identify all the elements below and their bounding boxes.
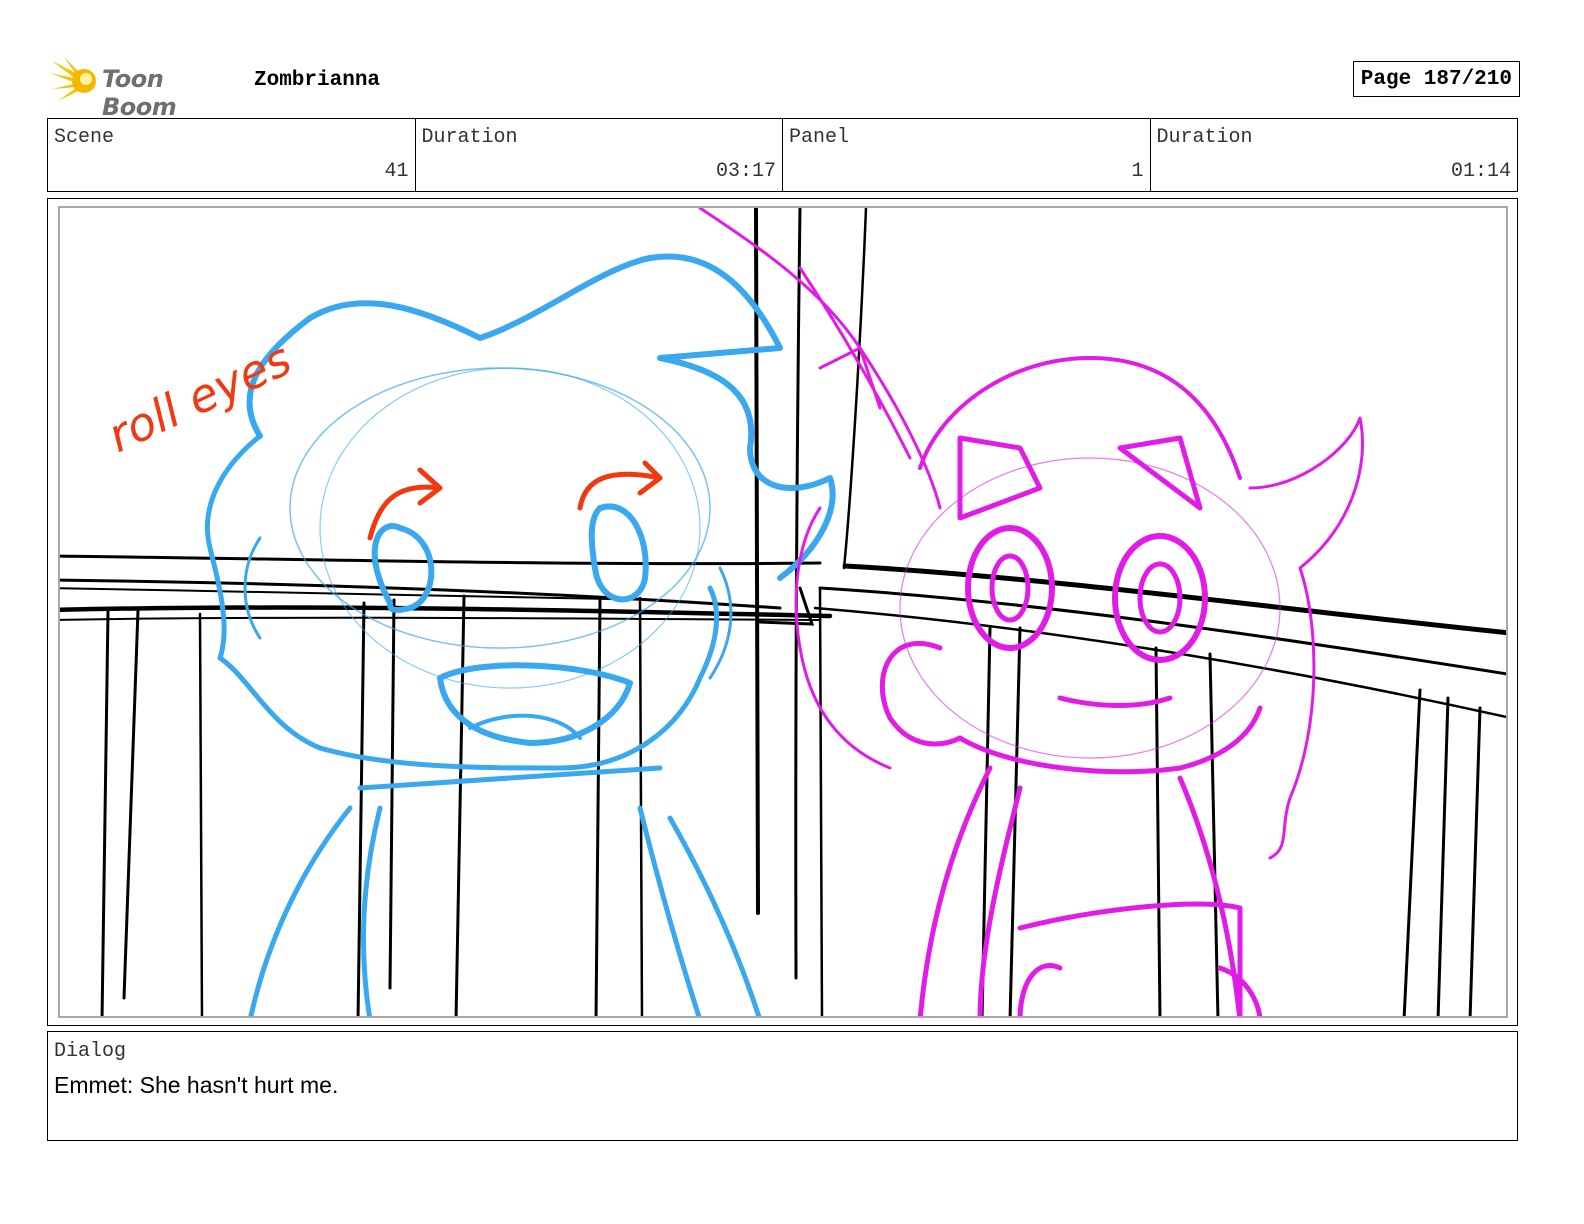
storyboard-panel-frame: roll eyes	[47, 198, 1518, 1026]
scene-duration-cell: Duration 03:17	[416, 119, 783, 191]
page-number: Page 187/210	[1352, 61, 1520, 97]
eye-roll-arrows	[367, 460, 663, 541]
left-character-sketch	[204, 253, 836, 1016]
brand-name: Toon Boom	[102, 65, 177, 121]
panel-cell: Panel 1	[783, 119, 1151, 191]
scene-cell: Scene 41	[48, 119, 416, 191]
panel-duration-value: 01:14	[1450, 160, 1511, 183]
dialog-box: Dialog Emmet: She hasn't hurt me.	[47, 1031, 1518, 1141]
scene-label: Scene	[54, 126, 115, 149]
storyboard-sketch: roll eyes	[60, 208, 1506, 1016]
fence-lines	[60, 208, 1506, 1016]
project-title: Zombrianna	[254, 69, 381, 92]
storyboard-panel-image: roll eyes	[58, 206, 1508, 1018]
scene-duration-label: Duration	[421, 126, 518, 149]
starburst-icon	[50, 57, 96, 101]
panel-duration-label: Duration	[1156, 126, 1253, 149]
toon-boom-logo: Toon Boom	[50, 55, 240, 121]
roll-eyes-annotation: roll eyes	[100, 331, 300, 462]
panel-value: 1	[1131, 160, 1144, 183]
dialog-text: Emmet: She hasn't hurt me.	[54, 1072, 339, 1098]
scene-duration-value: 03:17	[715, 160, 776, 183]
panel-duration-cell: Duration 01:14	[1151, 119, 1518, 191]
page-header: Toon Boom Zombrianna Page 187/210	[50, 55, 1520, 121]
scene-value: 41	[384, 160, 409, 183]
panel-info-table: Scene 41 Duration 03:17 Panel 1 Duration…	[47, 118, 1518, 192]
panel-label: Panel	[789, 126, 850, 149]
dialog-label: Dialog	[54, 1040, 127, 1063]
